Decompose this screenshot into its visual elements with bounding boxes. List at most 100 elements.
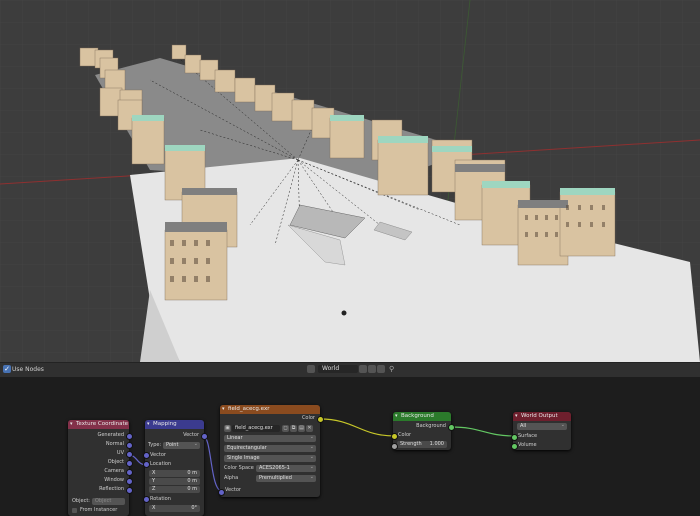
location-y-value: 0 m [187, 478, 197, 484]
object-label: Object: [72, 498, 90, 504]
source-dropdown[interactable]: Single Image [224, 455, 316, 462]
world-output-title: World Output [513, 412, 571, 421]
world-output-surface: Surface [518, 433, 538, 439]
socket-generated[interactable] [126, 433, 133, 440]
socket-background-out[interactable] [448, 424, 455, 431]
image-open-icon[interactable]: ▤ [298, 425, 305, 432]
mapping-input-vector: Vector [150, 452, 166, 458]
mapping-type-dropdown[interactable]: Point [163, 442, 200, 449]
alpha-dropdown[interactable]: Premultiplied [256, 475, 316, 482]
location-y-label: Y [152, 478, 156, 484]
duplicate-world-icon[interactable] [368, 365, 376, 373]
unlink-world-icon[interactable] [377, 365, 385, 373]
rotation-x-value: 0° [191, 505, 197, 511]
world-datablock-field[interactable]: World [318, 365, 358, 373]
world-output-volume: Volume [518, 442, 537, 448]
alpha-value: Premultiplied [259, 475, 292, 481]
image-unlink-icon[interactable]: ✕ [306, 425, 313, 432]
from-instancer-checkbox[interactable] [72, 508, 77, 513]
world-output-target-value: All [520, 423, 527, 429]
interpolation-value: Linear [227, 435, 243, 441]
output-reflection: Reflection [99, 486, 124, 492]
fake-user-icon[interactable] [359, 365, 367, 373]
socket-background-color-in[interactable] [391, 433, 398, 440]
socket-envtex-color-out[interactable] [317, 416, 324, 423]
background-output: Background [416, 423, 446, 429]
mapping-node[interactable]: Mapping Vector Type: Point Vector Locati… [145, 420, 204, 516]
location-x-value: 0 m [187, 470, 197, 476]
source-value: Single Image [227, 455, 260, 461]
image-fake-user-icon[interactable]: ◻ [282, 425, 289, 432]
socket-object[interactable] [126, 460, 133, 467]
image-name-field[interactable]: field_acecg.exr [232, 425, 280, 432]
3d-cursor [341, 310, 347, 316]
socket-envtex-vector-in[interactable] [218, 489, 225, 496]
socket-mapping-rotation-in[interactable] [143, 496, 150, 503]
viewport-scene [0, 0, 700, 362]
strength-field[interactable]: Strength 1.000 [397, 441, 447, 448]
rotation-x-label: X [152, 505, 156, 511]
from-instancer-label: From Instancer [80, 507, 118, 513]
mapping-type-label: Type: [148, 442, 162, 448]
output-uv: UV [116, 450, 124, 456]
colorspace-value: ACES2065-1 [259, 465, 290, 471]
socket-mapping-vector-in[interactable] [143, 452, 150, 459]
image-browse-icon[interactable]: ▣ [224, 425, 231, 432]
background-node[interactable]: Background Background Color Strength 1.0… [393, 412, 451, 450]
location-x-field[interactable]: X 0 m [149, 470, 200, 477]
output-window: Window [104, 477, 124, 483]
background-color-input: Color [398, 432, 412, 438]
socket-normal[interactable] [126, 442, 133, 449]
location-z-label: Z [152, 486, 156, 492]
output-generated: Generated [97, 432, 124, 438]
strength-label: Strength [400, 441, 422, 447]
envtex-title: field_acecg.exr [220, 405, 320, 414]
world-name: World [322, 365, 340, 372]
environment-texture-node[interactable]: field_acecg.exr Color ▣ field_acecg.exr … [220, 405, 320, 497]
colorspace-dropdown[interactable]: ACES2065-1 [256, 465, 316, 472]
location-y-field[interactable]: Y 0 m [149, 478, 200, 485]
mapping-type-value: Point [166, 442, 179, 448]
node-editor-canvas[interactable]: Texture Coordinate Generated Normal UV O… [0, 377, 700, 516]
texture-coordinate-node[interactable]: Texture Coordinate Generated Normal UV O… [68, 420, 129, 516]
projection-value: Equirectangular [227, 445, 267, 451]
socket-window[interactable] [126, 478, 133, 485]
socket-camera[interactable] [126, 469, 133, 476]
rotation-x-field[interactable]: X 0° [149, 505, 200, 512]
image-duplicate-icon[interactable]: ⧉ [290, 425, 297, 432]
mapping-title: Mapping [145, 420, 204, 429]
mapping-output-vector: Vector [183, 432, 199, 438]
envtex-input-vector: Vector [225, 487, 241, 493]
socket-uv[interactable] [126, 451, 133, 458]
wire-background-to-surface [450, 426, 516, 437]
strength-value: 1.000 [429, 441, 444, 447]
interpolation-dropdown[interactable]: Linear [224, 435, 316, 442]
object-placeholder: Object [95, 498, 112, 504]
socket-surface-in[interactable] [511, 434, 518, 441]
projection-dropdown[interactable]: Equirectangular [224, 445, 316, 452]
socket-mapping-vector-out[interactable] [201, 433, 208, 440]
socket-volume-in[interactable] [511, 443, 518, 450]
pin-icon[interactable]: ⚲ [389, 365, 397, 373]
world-output-node[interactable]: World Output All Surface Volume [513, 412, 571, 450]
world-output-target-dropdown[interactable]: All [517, 423, 567, 430]
envtex-output-color: Color [301, 415, 315, 421]
use-nodes-checkbox[interactable]: ✓ [3, 365, 11, 373]
socket-mapping-location-in[interactable] [143, 461, 150, 468]
mapping-location-label: Location [150, 461, 172, 467]
world-browse-icon[interactable] [307, 365, 315, 373]
output-object: Object [107, 459, 124, 465]
output-camera: Camera [104, 468, 124, 474]
socket-reflection[interactable] [126, 487, 133, 494]
object-field[interactable]: Object [92, 498, 125, 505]
location-z-value: 0 m [187, 486, 197, 492]
mapping-rotation-label: Rotation [150, 496, 171, 502]
colorspace-label: Color Space [224, 465, 254, 471]
location-x-label: X [152, 470, 156, 476]
texture-coordinate-title: Texture Coordinate [68, 420, 129, 429]
alpha-label: Alpha [224, 475, 239, 481]
location-z-field[interactable]: Z 0 m [149, 486, 200, 493]
wire-color-to-background [319, 418, 396, 437]
socket-strength-in[interactable] [391, 443, 398, 450]
3d-viewport[interactable] [0, 0, 700, 362]
